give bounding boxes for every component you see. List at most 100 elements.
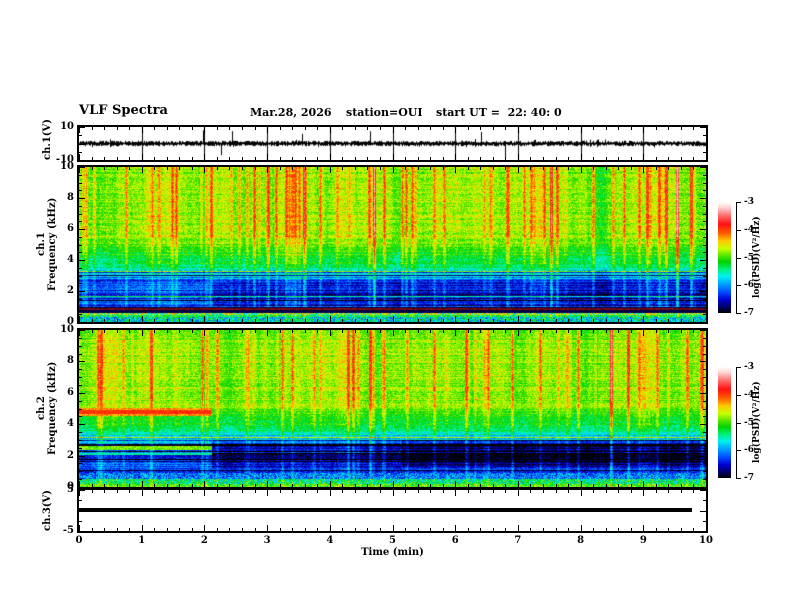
time-tick: [204, 167, 206, 173]
y-tick: [703, 463, 706, 465]
y-tick: [79, 439, 82, 441]
time-tick: [555, 157, 557, 160]
time-tick: [154, 319, 156, 322]
time-tick: [179, 167, 181, 170]
time-tick: [542, 330, 544, 333]
y-tick: [703, 377, 706, 379]
time-tick: [618, 528, 620, 531]
y-tick: [703, 314, 706, 316]
y-tick: [79, 260, 85, 261]
time-tick: [455, 490, 457, 496]
time-tick: [317, 127, 319, 130]
time-tick: [517, 154, 519, 160]
time-tick: [417, 127, 419, 130]
colorbar-tick-label: -4: [744, 224, 754, 235]
time-tick: [304, 167, 306, 170]
time-tick: [392, 481, 394, 487]
time-tick: [693, 330, 695, 333]
time-tick: [216, 127, 218, 130]
time-tick: [680, 319, 682, 322]
time-tick: [342, 490, 344, 493]
y-tick: [700, 330, 706, 331]
time-tick: [618, 167, 620, 170]
time-tick: [693, 484, 695, 487]
y-tick: [703, 221, 706, 223]
time-tick: [116, 167, 118, 170]
time-tick: [242, 167, 244, 170]
time-tick: [505, 319, 507, 322]
y-tick: [79, 143, 85, 145]
time-tick: [104, 167, 106, 170]
vlf-spectra-figure: VLF Spectra Mar.28, 2026 station=OUI sta…: [0, 0, 792, 612]
y-tick: [79, 174, 82, 176]
time-tick: [430, 484, 432, 487]
y-tick: [79, 345, 82, 347]
time-tick: [179, 127, 181, 130]
y-tick: [79, 531, 85, 532]
time-tick: [530, 157, 532, 160]
y-tick: [703, 471, 706, 473]
time-tick: [279, 528, 281, 531]
time-tick: [417, 528, 419, 531]
time-tick: [405, 484, 407, 487]
time-tick: [706, 330, 707, 336]
time-tick: [166, 319, 168, 322]
y-tick: [79, 205, 82, 207]
time-tick: [680, 484, 682, 487]
time-tick: [116, 319, 118, 322]
time-tick: [480, 319, 482, 322]
time-tick: [455, 330, 457, 336]
time-tick: [605, 157, 607, 160]
time-tick: [191, 319, 193, 322]
time-tick: [706, 481, 707, 487]
time-tick-label: 10: [699, 535, 713, 546]
time-tick: [693, 167, 695, 170]
time-tick: [517, 490, 519, 496]
time-tick: [342, 157, 344, 160]
y-tick: [79, 432, 82, 434]
time-tick: [605, 319, 607, 322]
time-tick: [430, 319, 432, 322]
time-tick: [655, 167, 657, 170]
ch2-frequency-axis-label: ch.2 Frequency (kHz): [36, 330, 58, 487]
time-axis-label: Time (min): [361, 547, 424, 558]
time-tick: [116, 127, 118, 130]
time-tick: [354, 167, 356, 170]
time-tick: [417, 484, 419, 487]
station-label: station=OUI: [346, 106, 423, 119]
time-tick: [430, 528, 432, 531]
time-tick: [317, 528, 319, 531]
time-tick: [417, 490, 419, 493]
ch1-frequency-axis-label: ch.1 Frequency (kHz): [36, 167, 58, 322]
time-tick: [668, 167, 670, 170]
time-tick: [505, 484, 507, 487]
time-tick: [279, 319, 281, 322]
time-tick: [317, 330, 319, 333]
time-tick: [204, 127, 206, 133]
time-tick: [467, 528, 469, 531]
time-tick: [467, 157, 469, 160]
time-tick: [229, 157, 231, 160]
time-tick: [179, 330, 181, 333]
time-tick: [104, 157, 106, 160]
time-tick-label: 8: [577, 535, 585, 546]
time-tick: [166, 127, 168, 130]
time-tick: [630, 157, 632, 160]
time-tick: [292, 330, 294, 333]
time-tick: [367, 167, 369, 170]
time-tick: [179, 157, 181, 160]
time-tick: [392, 167, 394, 173]
time-tick: [216, 167, 218, 170]
y-tick-label: 10: [60, 161, 74, 172]
time-tick: [442, 127, 444, 130]
time-tick: [91, 157, 93, 160]
time-tick: [455, 316, 457, 322]
y-tick: [703, 190, 706, 192]
time-tick: [593, 319, 595, 322]
time-tick: [129, 528, 131, 531]
time-tick: [292, 319, 294, 322]
y-tick: [79, 369, 82, 371]
time-tick: [216, 157, 218, 160]
time-tick: [179, 319, 181, 322]
time-tick: [542, 319, 544, 322]
